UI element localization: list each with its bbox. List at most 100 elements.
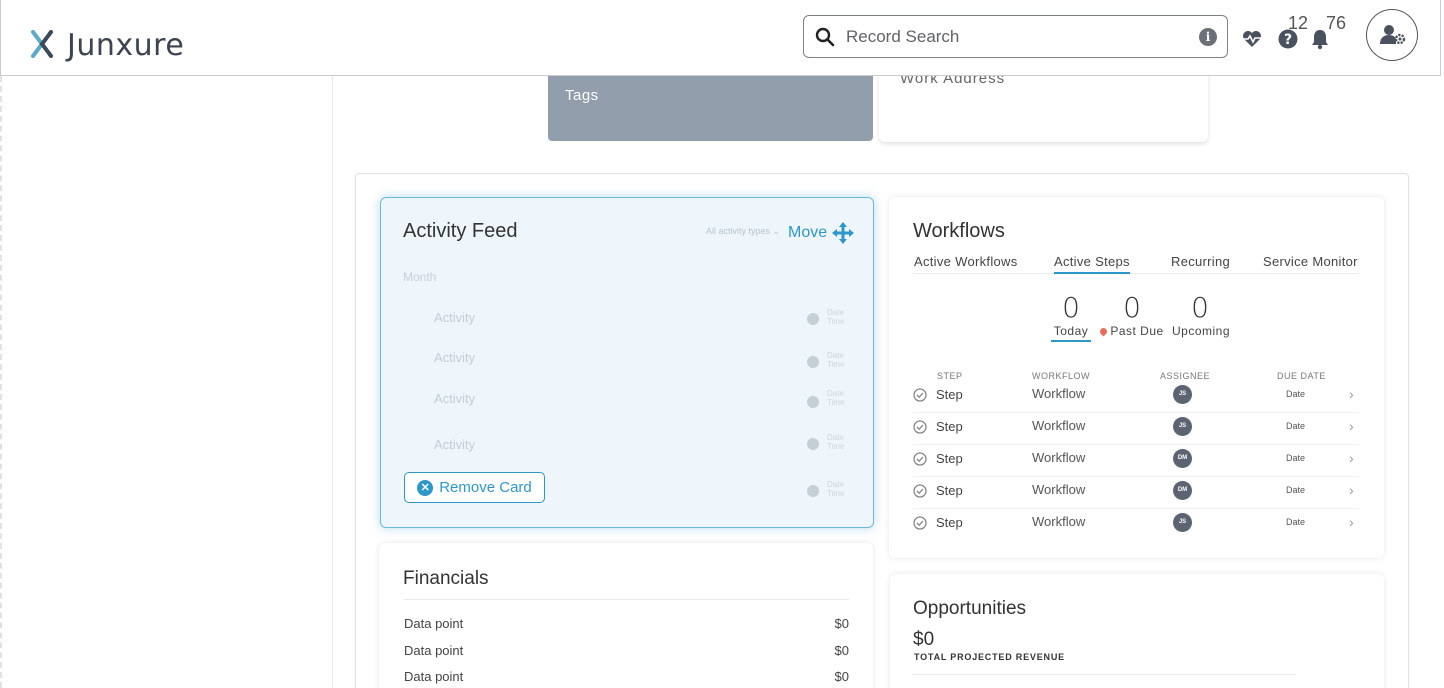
- activity-feed-card[interactable]: Activity Feed All activity types ⌄ Move …: [380, 197, 874, 528]
- activity-item[interactable]: Activity Date Time: [434, 389, 854, 421]
- assignee-avatar: JS: [1173, 417, 1192, 436]
- workflows-card: Workflows Active Workflows Active Steps …: [889, 197, 1384, 558]
- table-row[interactable]: Step Workflow DM Date ›: [913, 445, 1359, 477]
- activity-type-icon: [807, 485, 819, 497]
- search-input[interactable]: [846, 24, 1186, 50]
- activity-type-icon: [807, 396, 819, 408]
- past-due-marker-icon: [1098, 326, 1109, 337]
- move-label: Move: [788, 224, 828, 241]
- logo-x-icon: [31, 29, 53, 58]
- data-point-label: Data point: [404, 643, 464, 658]
- activity-type-icon: [807, 356, 819, 368]
- step-name: Step: [936, 419, 963, 434]
- due-date: Date: [1286, 453, 1306, 463]
- table-row[interactable]: Step Workflow JS Date ›: [913, 381, 1359, 413]
- svg-text:?: ?: [1284, 32, 1292, 48]
- stat-upcoming-label: Upcoming: [1172, 324, 1231, 338]
- stat-today-value: 0: [1062, 291, 1080, 324]
- financials-card: Financials Data point $0 Data point $0 D…: [379, 543, 873, 688]
- activity-label: Activity: [434, 350, 476, 365]
- logo-text: Junxure: [67, 28, 185, 63]
- col-header-step: STEP: [937, 371, 963, 381]
- assignee-avatar: DM: [1173, 481, 1192, 500]
- table-row[interactable]: Step Workflow JS Date ›: [913, 509, 1359, 541]
- check-circle-icon[interactable]: [913, 420, 927, 434]
- activity-label: Activity: [434, 437, 476, 452]
- left-sidebar: [0, 76, 333, 688]
- activity-item[interactable]: Activity Date Time: [434, 433, 854, 467]
- due-date: Date: [1286, 389, 1306, 399]
- activity-item[interactable]: Activity Date Time: [434, 350, 854, 380]
- chevron-right-icon[interactable]: ›: [1349, 450, 1354, 466]
- activity-item[interactable]: Activity Date Time: [434, 308, 854, 340]
- list-item: Data point $0: [404, 643, 849, 663]
- remove-x-icon: ✕: [417, 479, 434, 496]
- stat-past-due[interactable]: 0 Past Due: [1098, 291, 1165, 338]
- activity-date: Date Time: [827, 351, 845, 369]
- opportunities-card: Opportunities $0 TOTAL PROJECTED REVENUE: [890, 574, 1384, 688]
- tab-active-workflows[interactable]: Active Workflows: [914, 254, 1018, 269]
- list-item: Data point $0: [404, 669, 849, 688]
- activity-filter-label: All activity types: [706, 226, 771, 236]
- notification-count-badge: 76: [1326, 13, 1347, 33]
- step-name: Step: [936, 451, 963, 466]
- chevron-right-icon[interactable]: ›: [1349, 418, 1354, 434]
- record-search[interactable]: i: [803, 15, 1228, 58]
- health-heart-icon[interactable]: [1241, 28, 1263, 50]
- data-point-value: $0: [834, 669, 849, 684]
- stat-today[interactable]: 0 Today: [1051, 291, 1091, 342]
- stat-upcoming[interactable]: 0 Upcoming: [1172, 291, 1231, 338]
- assignee-avatar: JS: [1173, 513, 1192, 532]
- col-header-assignee: ASSIGNEE: [1160, 371, 1211, 381]
- table-row[interactable]: Step Workflow JS Date ›: [913, 413, 1359, 445]
- tab-active-steps[interactable]: Active Steps: [1054, 254, 1130, 274]
- check-circle-icon[interactable]: [913, 452, 927, 466]
- stat-today-label: Today: [1051, 324, 1091, 342]
- projected-revenue-label: TOTAL PROJECTED REVENUE: [914, 652, 1065, 662]
- projected-revenue-amount: $0: [913, 629, 935, 650]
- activity-type-icon: [807, 438, 819, 450]
- activity-date: Date Time: [827, 433, 845, 451]
- activity-type-filter[interactable]: All activity types ⌄: [706, 226, 780, 237]
- remove-card-button[interactable]: ✕ Remove Card: [404, 472, 545, 503]
- list-item: Data point $0: [404, 616, 849, 636]
- activity-date: Date Time: [827, 389, 845, 407]
- workflow-name: Workflow: [1032, 418, 1086, 433]
- workflow-name: Workflow: [1032, 482, 1086, 497]
- chevron-right-icon[interactable]: ›: [1349, 514, 1354, 530]
- move-arrows-icon: [832, 222, 855, 244]
- workflows-title: Workflows: [913, 220, 1005, 242]
- workflow-tabs: Active Workflows Active Steps Recurring …: [913, 252, 1359, 274]
- activity-type-icon: [807, 313, 819, 325]
- move-card-handle[interactable]: Move: [788, 222, 855, 244]
- due-date: Date: [1286, 485, 1306, 495]
- tab-recurring[interactable]: Recurring: [1171, 254, 1230, 269]
- remove-card-label: Remove Card: [439, 479, 532, 496]
- app-logo[interactable]: Junxure: [31, 24, 184, 63]
- tags-card[interactable]: Tags: [548, 72, 873, 141]
- month-label: Month: [403, 270, 437, 284]
- due-date: Date: [1286, 517, 1306, 527]
- activity-date: Date Time: [827, 480, 845, 498]
- sidebar-edge: [0, 76, 2, 688]
- col-header-workflow: WORKFLOW: [1032, 371, 1090, 381]
- tags-label: Tags: [565, 87, 599, 104]
- workflow-name: Workflow: [1032, 386, 1086, 401]
- activity-feed-title: Activity Feed: [403, 220, 518, 242]
- table-row[interactable]: Step Workflow DM Date ›: [913, 477, 1359, 509]
- search-icon: [815, 27, 835, 47]
- info-icon[interactable]: i: [1199, 28, 1217, 46]
- user-settings-button[interactable]: [1366, 9, 1418, 61]
- check-circle-icon[interactable]: [913, 484, 927, 498]
- tab-service-monitor[interactable]: Service Monitor: [1263, 254, 1358, 269]
- chevron-right-icon[interactable]: ›: [1349, 386, 1354, 402]
- activity-label: Activity: [434, 391, 476, 406]
- col-header-due-date: DUE DATE: [1277, 371, 1326, 381]
- stat-upcoming-value: 0: [1191, 291, 1209, 324]
- stat-past-due-value: 0: [1123, 291, 1141, 324]
- data-point-value: $0: [834, 643, 849, 658]
- check-circle-icon[interactable]: [913, 516, 927, 530]
- check-circle-icon[interactable]: [913, 388, 927, 402]
- chevron-right-icon[interactable]: ›: [1349, 482, 1354, 498]
- stat-past-due-label: Past Due: [1110, 324, 1164, 338]
